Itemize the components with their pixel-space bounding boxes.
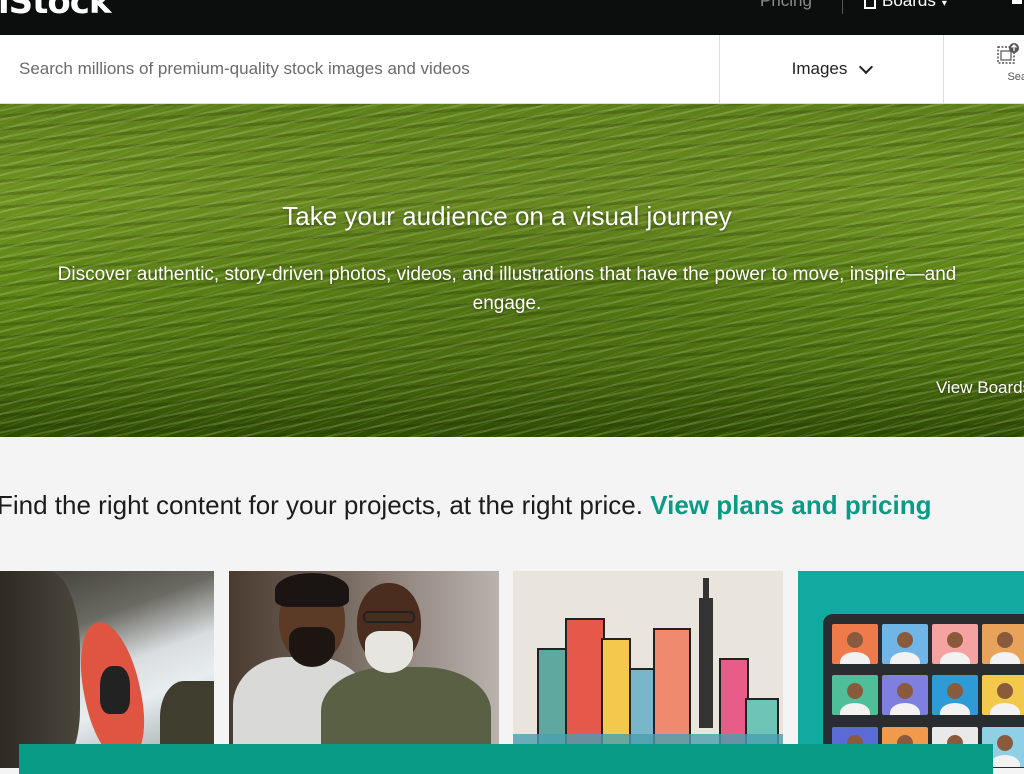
boards-label: Boards	[882, 0, 936, 10]
view-plans-link[interactable]: View plans and pricing	[650, 490, 931, 520]
rock-shape	[0, 571, 80, 768]
cookie-banner	[19, 744, 993, 774]
media-type-label: Images	[791, 59, 848, 78]
participant-tile	[832, 624, 878, 664]
two-men-portrait-photo[interactable]	[229, 571, 499, 768]
image-search-icon	[997, 43, 1019, 64]
chevron-down-icon: ▾	[941, 0, 947, 9]
search-by-image-button[interactable]: Search by or vide	[945, 35, 1024, 103]
search-input[interactable]	[0, 35, 719, 103]
chevron-down-icon	[859, 59, 874, 75]
hero-banner: Take your audience on a visual journey D…	[0, 104, 1024, 437]
search-bar: Images Search by or vide	[0, 35, 1024, 104]
kayaker-shape	[100, 666, 130, 714]
city-illustration[interactable]	[513, 571, 783, 768]
istock-logo[interactable]: iStock	[0, 0, 112, 22]
boards-menu[interactable]: Boards ▾	[864, 0, 947, 11]
top-nav: iStock Pricing Boards ▾	[0, 0, 1024, 35]
kayaker-waterfall-photo[interactable]	[0, 571, 214, 768]
participant-tile	[982, 624, 1024, 664]
video-call-illustration[interactable]	[798, 571, 1024, 768]
hero-subtitle: Discover authentic, story-driven photos,…	[57, 264, 957, 314]
man-beard	[289, 627, 335, 667]
participant-tile	[982, 675, 1024, 716]
promo-text: Find the right content for your projects…	[0, 490, 643, 520]
participant-tile	[932, 675, 978, 716]
tower-spire	[703, 578, 709, 600]
cart-icon[interactable]	[1012, 0, 1022, 4]
nav-divider	[842, 0, 843, 14]
participant-tile	[832, 675, 878, 716]
glasses-icon	[363, 611, 415, 623]
media-type-select[interactable]: Images	[719, 35, 944, 103]
pricing-promo: Find the right content for your projects…	[0, 490, 932, 521]
boards-icon	[864, 0, 876, 9]
participant-tile	[882, 624, 928, 664]
search-by-image-label: Search by or vide	[1007, 71, 1024, 95]
man-beard	[365, 631, 413, 673]
participant-tile	[932, 624, 978, 664]
participant-tile	[882, 675, 928, 716]
tower-shape	[699, 598, 713, 728]
view-boards-link[interactable]: View Boards	[936, 378, 1024, 398]
man-hair	[275, 573, 349, 607]
hero-title: Take your audience on a visual journey	[282, 201, 732, 231]
pricing-link[interactable]: Pricing	[760, 0, 812, 11]
